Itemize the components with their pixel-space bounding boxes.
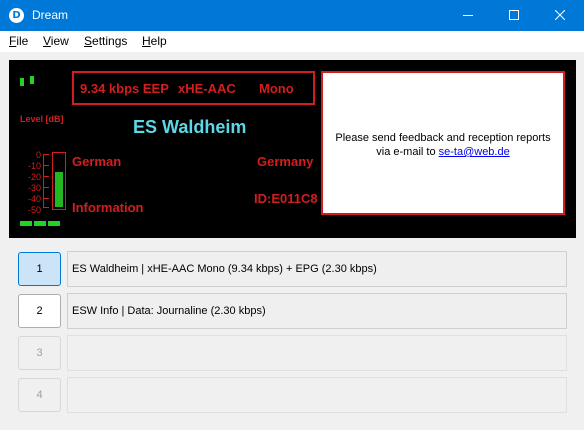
level-tick: 0 [35, 150, 41, 160]
service-label-3 [67, 335, 567, 371]
message-text: Please send feedback and reception repor… [327, 131, 559, 159]
minimize-icon [463, 15, 473, 16]
status-led [30, 76, 34, 84]
level-tick: -30 [27, 183, 41, 193]
service-button-3: 3 [18, 336, 61, 370]
indicator-led [48, 221, 60, 226]
level-meter-fill [55, 171, 63, 207]
menu-file-label: ile [16, 34, 29, 48]
level-meter [52, 152, 66, 210]
audio-mode-text: Mono [259, 81, 294, 96]
menu-settings-mnemonic: S [84, 34, 93, 48]
menu-bar: File View Settings Help [0, 31, 584, 52]
service-label-2: ESW Info | Data: Journaline (2.30 kbps) [67, 293, 567, 329]
close-button[interactable] [537, 0, 583, 31]
indicator-led [20, 221, 32, 226]
menu-help[interactable]: Help [142, 34, 167, 48]
title-bar: D Dream [0, 0, 584, 31]
codec-text: xHE-AAC [178, 81, 236, 96]
language-text: German [72, 154, 122, 169]
menu-view-mnemonic: V [43, 34, 51, 48]
app-icon: D [9, 8, 24, 23]
indicator-led [34, 221, 46, 226]
station-name: ES Waldheim [133, 117, 247, 137]
audio-info-box: 9.34 kbps EEP xHE-AAC Mono [72, 71, 315, 105]
menu-help-label: elp [150, 34, 167, 48]
program-type-text: Information [72, 200, 144, 215]
close-icon [555, 10, 565, 20]
level-label: Level [dB] [20, 114, 64, 124]
feedback-email-link[interactable]: se-ta@web.de [439, 146, 510, 158]
message-box: Please send feedback and reception repor… [321, 71, 565, 215]
menu-settings-label: ettings [92, 34, 128, 48]
service-id-text: ID:E011C8 [254, 191, 318, 206]
maximize-icon [509, 10, 519, 20]
bitrate-text: 9.34 kbps EEP [80, 81, 169, 96]
service-label-4 [67, 377, 567, 413]
service-label-1: ES Waldheim | xHE-AAC Mono (9.34 kbps) +… [67, 251, 567, 287]
window-title: Dream [32, 8, 69, 22]
menu-view[interactable]: View [43, 34, 69, 48]
level-scale [43, 154, 49, 208]
menu-settings[interactable]: Settings [84, 34, 127, 48]
country-text: Germany [257, 154, 314, 169]
receiver-display: Level [dB] 0 -10 -20 -30 -40 -50 9.34 kb… [9, 60, 576, 238]
menu-view-label: iew [50, 34, 69, 48]
menu-help-mnemonic: H [142, 34, 151, 48]
maximize-button[interactable] [491, 0, 537, 31]
status-led [20, 78, 24, 86]
level-tick: -20 [27, 172, 41, 182]
service-button-2[interactable]: 2 [18, 294, 61, 328]
level-tick: -50 [27, 205, 41, 215]
level-tick: -40 [27, 194, 41, 204]
menu-file[interactable]: File [9, 34, 28, 48]
level-tick: -10 [27, 161, 41, 171]
service-button-4: 4 [18, 378, 61, 412]
minimize-button[interactable] [445, 0, 491, 31]
service-button-1[interactable]: 1 [18, 252, 61, 286]
